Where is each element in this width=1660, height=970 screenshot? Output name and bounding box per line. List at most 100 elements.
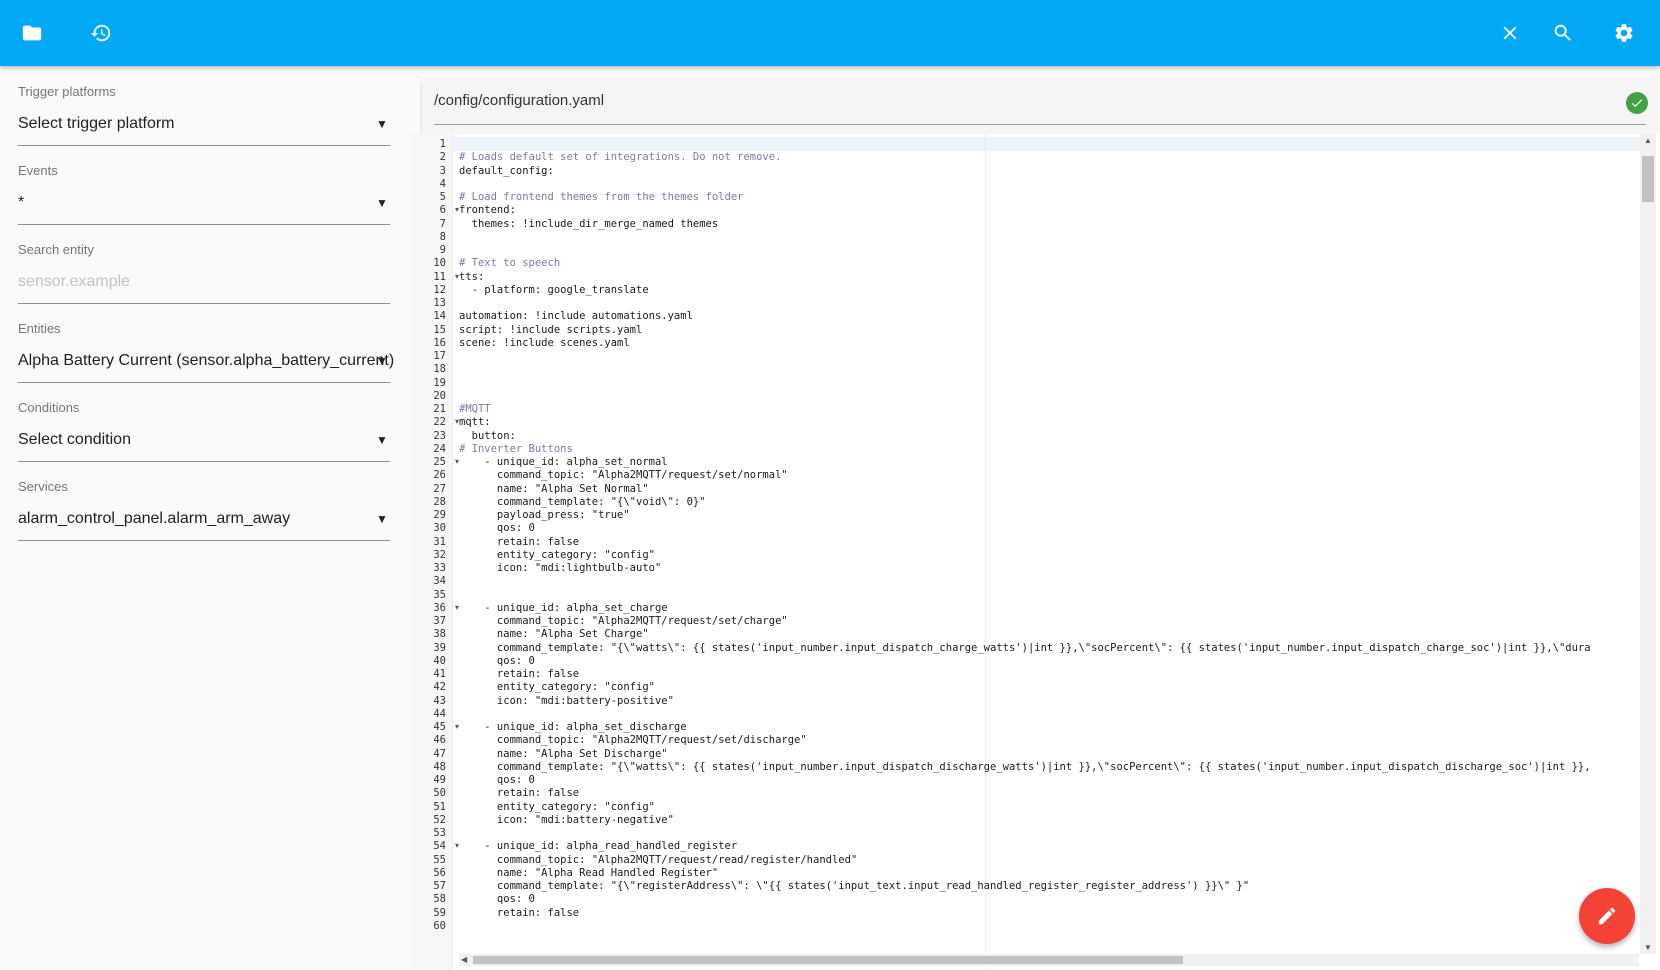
field-label: Conditions <box>18 400 80 415</box>
field-underline <box>18 540 390 541</box>
field-placeholder: sensor.example <box>18 273 131 290</box>
line-number: 48 <box>433 760 446 773</box>
code-line: name: "Alpha Set Charge" <box>459 628 649 641</box>
line-number: 11 <box>433 270 446 283</box>
trigger-platform-select[interactable]: Select trigger platform ▼ <box>18 112 390 136</box>
line-number: 10 <box>433 257 446 270</box>
line-number: 53 <box>433 827 446 839</box>
line-number: 14 <box>433 310 446 323</box>
line-number: 29 <box>433 509 446 521</box>
edit-fab-button[interactable] <box>1579 888 1635 944</box>
code-line: script: !include scripts.yaml <box>459 323 643 336</box>
dropdown-arrow-icon[interactable]: ▼ <box>374 349 390 373</box>
code-line: retain: false <box>459 906 580 919</box>
line-number: 45 <box>433 721 446 733</box>
vertical-scroll-thumb[interactable] <box>1642 156 1654 202</box>
events-field[interactable]: Events * ▼ <box>18 163 390 225</box>
horizontal-scrollbar[interactable]: ◀ <box>459 954 1639 966</box>
dropdown-arrow-icon[interactable]: ▼ <box>374 191 390 215</box>
file-path: /config/configuration.yaml <box>434 92 605 109</box>
search-entity-field[interactable]: Search entity sensor.example <box>18 242 390 304</box>
folder-button[interactable] <box>16 17 48 49</box>
line-number: 5 <box>439 191 446 203</box>
fold-arrow-icon[interactable]: ▾ <box>455 839 459 853</box>
dropdown-arrow-icon[interactable]: ▼ <box>374 507 390 531</box>
services-select[interactable]: alarm_control_panel.alarm_arm_away ▼ <box>18 507 390 531</box>
conditions-field[interactable]: Conditions Select condition ▼ <box>18 400 390 462</box>
horizontal-scroll-thumb[interactable] <box>473 956 1183 964</box>
fold-arrow-icon[interactable]: ▾ <box>455 720 459 734</box>
code-line: command_template: "{\"watts\": {{ states… <box>459 641 1591 654</box>
entities-select[interactable]: Alpha Battery Current (sensor.alpha_batt… <box>18 349 394 373</box>
code-line: retain: false <box>459 668 580 680</box>
line-number: 50 <box>433 787 446 800</box>
line-number: 41 <box>433 668 446 680</box>
pencil-icon <box>1598 907 1616 925</box>
search-entity-input[interactable]: sensor.example <box>18 270 390 294</box>
code-line: command_template: "{\"watts\": {{ states… <box>459 760 1591 773</box>
history-button[interactable] <box>85 17 117 49</box>
sidebar: Trigger platforms Select trigger platfor… <box>0 66 408 970</box>
scroll-down-icon[interactable]: ▼ <box>1644 943 1652 952</box>
code-line: entity_category: "config" <box>459 681 655 694</box>
line-number: 1 <box>439 138 446 150</box>
line-number: 19 <box>433 376 446 389</box>
scroll-up-icon[interactable]: ▲ <box>1644 136 1652 145</box>
code-lines[interactable]: # Loads default set of integrations. Do … <box>459 134 1649 970</box>
code-line: retain: false <box>459 787 580 800</box>
code-line: frontend: <box>459 204 516 217</box>
line-number: 13 <box>433 297 446 309</box>
close-button[interactable] <box>1494 17 1526 49</box>
line-number: 34 <box>433 575 446 588</box>
field-value: alarm_control_panel.alarm_arm_away <box>18 510 291 527</box>
fold-arrow-icon[interactable]: ▾ <box>455 270 459 284</box>
line-number: 59 <box>433 906 446 919</box>
services-field[interactable]: Services alarm_control_panel.alarm_arm_a… <box>18 479 390 541</box>
code-line: qos: 0 <box>459 654 535 667</box>
code-line: mqtt: <box>459 416 491 429</box>
line-number: 52 <box>433 813 446 826</box>
scroll-left-icon[interactable]: ◀ <box>461 955 467 964</box>
field-label: Entities <box>18 321 61 336</box>
line-number: 54 <box>433 840 446 853</box>
search-button[interactable] <box>1547 17 1579 49</box>
check-circle-icon <box>1626 92 1648 114</box>
line-number: 55 <box>433 853 446 866</box>
code-line: # Load frontend themes from the themes f… <box>459 191 744 203</box>
conditions-select[interactable]: Select condition ▼ <box>18 428 390 452</box>
code-line: icon: "mdi:battery-positive" <box>459 694 674 707</box>
code-line: - platform: google_translate <box>459 283 649 296</box>
line-number: 40 <box>433 654 446 667</box>
dropdown-arrow-icon[interactable]: ▼ <box>374 112 390 136</box>
fold-arrow-icon[interactable]: ▾ <box>455 203 459 217</box>
vertical-scrollbar[interactable]: ▲ ▼ <box>1640 134 1656 954</box>
code-line: name: "Alpha Read Handled Register" <box>459 866 719 879</box>
line-number: 46 <box>433 734 446 747</box>
line-number: 60 <box>433 919 446 932</box>
code-line: command_template: "{\"void\": 0}" <box>459 495 706 508</box>
code-line: name: "Alpha Set Discharge" <box>459 747 668 760</box>
fold-arrow-icon[interactable]: ▾ <box>455 415 459 429</box>
code-line: entity_category: "config" <box>459 548 655 561</box>
settings-button[interactable] <box>1608 17 1640 49</box>
line-number: 3 <box>439 164 446 177</box>
code-editor[interactable]: 1 2 3 4 5 6 7 8 9 10 11 12 13 14 15 16 17 18 19 20 21 22 23 24 2… <box>411 134 1651 970</box>
dropdown-arrow-icon[interactable]: ▼ <box>374 428 390 452</box>
events-select[interactable]: * ▼ <box>18 191 390 215</box>
line-number: 57 <box>433 880 446 892</box>
top-toolbar <box>0 0 1660 66</box>
entities-field[interactable]: Entities Alpha Battery Current (sensor.a… <box>18 321 394 383</box>
code-line: # Text to speech <box>459 257 561 270</box>
line-number: 47 <box>433 747 446 760</box>
field-value: Select trigger platform <box>18 115 175 132</box>
line-number: 51 <box>433 800 446 813</box>
fold-arrow-icon[interactable]: ▾ <box>455 601 459 615</box>
fold-arrow-icon[interactable]: ▾ <box>455 455 459 469</box>
line-number: 36 <box>433 601 446 614</box>
line-number: 7 <box>439 217 446 230</box>
line-number: 12 <box>433 283 446 296</box>
folder-icon <box>22 25 42 41</box>
line-number: 22 <box>433 416 446 429</box>
trigger-platforms-field[interactable]: Trigger platforms Select trigger platfor… <box>18 84 390 146</box>
